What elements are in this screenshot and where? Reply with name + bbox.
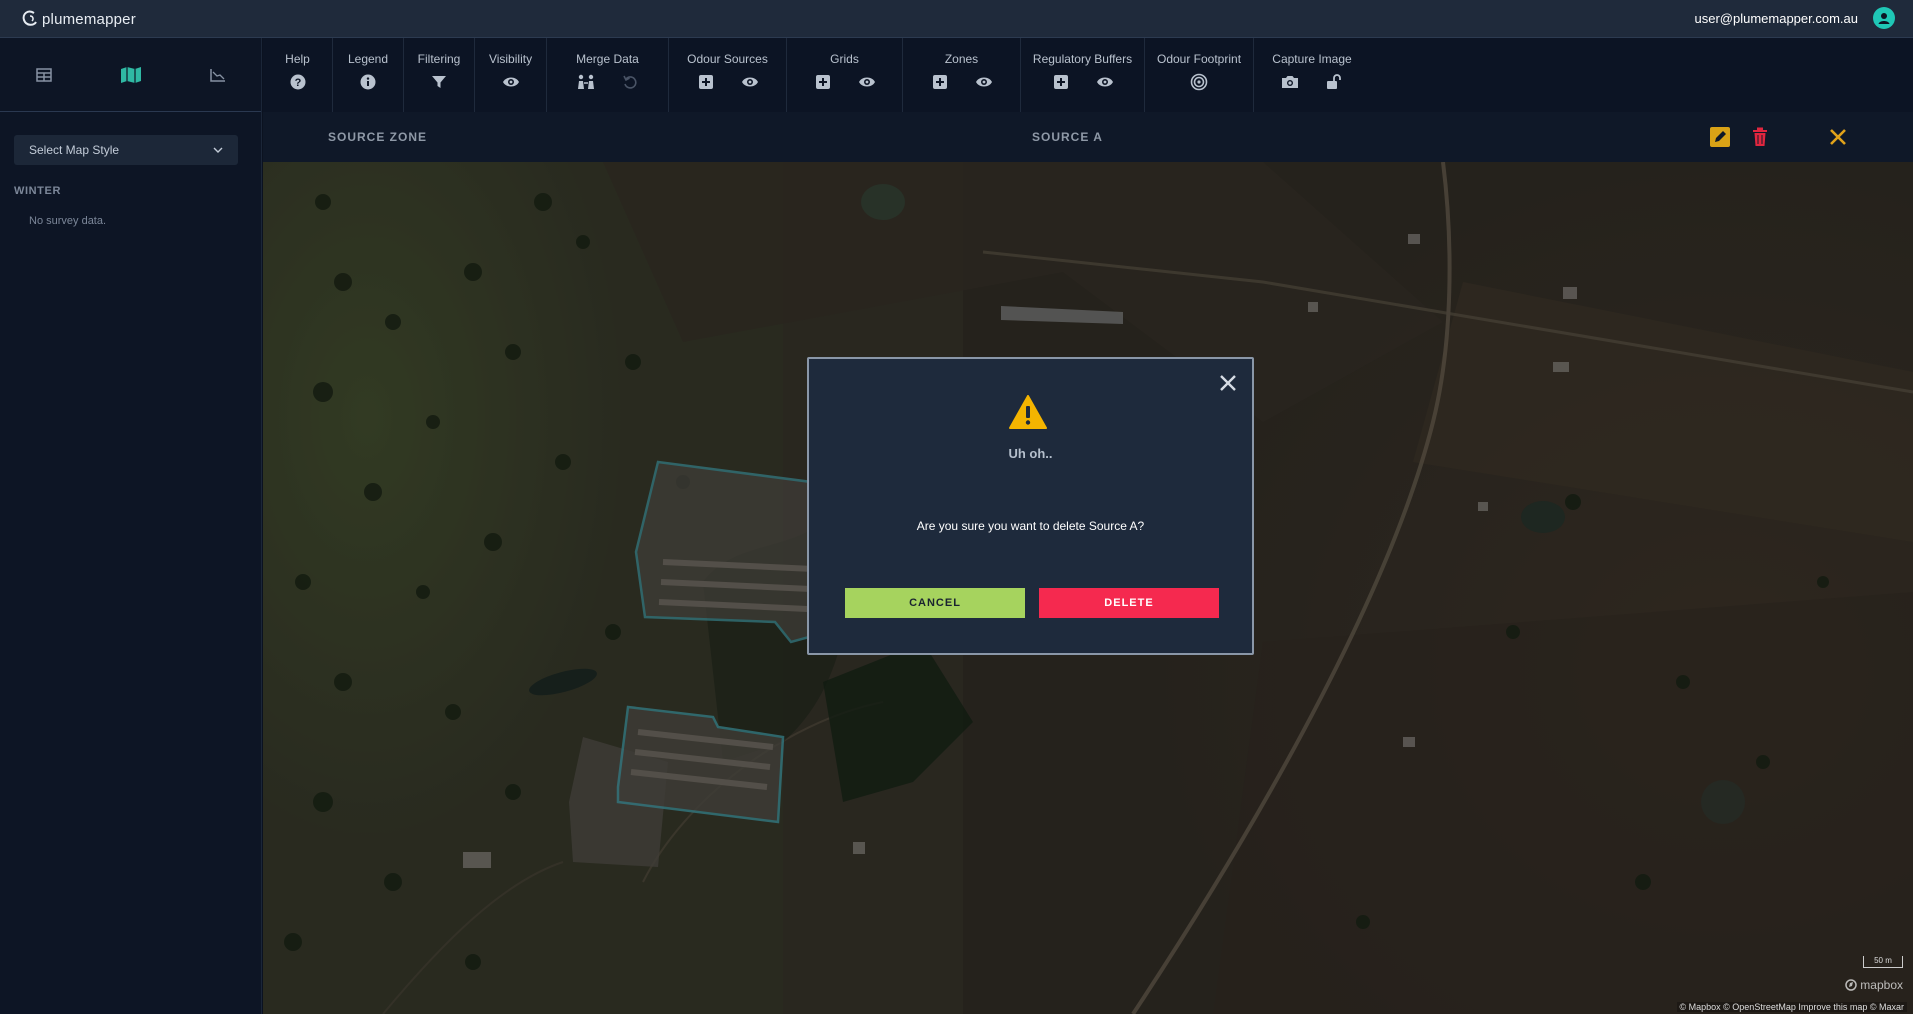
dialog-title: Uh oh.. <box>1008 446 1053 461</box>
toolbar-zones: Zones <box>903 38 1021 112</box>
plume-logo-icon <box>22 10 37 26</box>
delete-confirm-dialog: Uh oh.. Are you sure you want to delete … <box>807 357 1254 655</box>
cancel-button[interactable]: CANCEL <box>845 588 1025 618</box>
map-style-label: Select Map Style <box>29 143 120 157</box>
target-icon[interactable] <box>1189 72 1209 92</box>
add-grid-icon[interactable] <box>813 72 833 92</box>
mapbox-icon <box>1845 979 1858 991</box>
unlock-icon[interactable] <box>1324 72 1344 92</box>
info-icon[interactable] <box>358 72 378 92</box>
toolbar-help: Help ? <box>263 38 333 112</box>
camera-icon[interactable] <box>1280 72 1300 92</box>
toolbar-odour-footprint: Odour Footprint <box>1145 38 1254 112</box>
toolbar-label: Filtering <box>417 52 461 66</box>
edit-icon[interactable] <box>1709 126 1731 148</box>
eye-icon[interactable] <box>1095 72 1115 92</box>
add-zone-icon[interactable] <box>930 72 950 92</box>
eye-icon[interactable] <box>974 72 994 92</box>
toolbar-label: Odour Sources <box>687 52 768 66</box>
merge-people-icon[interactable] <box>576 72 596 92</box>
chart-icon <box>209 68 225 82</box>
eye-icon[interactable] <box>740 72 760 92</box>
toolbar-capture-image: Capture Image <box>1254 38 1370 112</box>
toolbar-merge-data: Merge Data <box>547 38 669 112</box>
toolbar-label: Help <box>285 52 310 66</box>
toolbar-odour-sources: Odour Sources <box>669 38 787 112</box>
trash-icon[interactable] <box>1749 126 1771 148</box>
help-icon[interactable]: ? <box>288 72 308 92</box>
filter-icon[interactable] <box>429 72 449 92</box>
toolbar: Help ? Legend Filtering Visibility Merge… <box>263 38 1913 112</box>
toolbar-filtering: Filtering <box>404 38 475 112</box>
logo-text: plumemapper <box>42 10 136 28</box>
toolbar-label: Visibility <box>488 52 533 66</box>
eye-icon[interactable] <box>501 72 521 92</box>
toolbar-label: Capture Image <box>1272 52 1352 66</box>
app-logo[interactable]: plumemapper <box>20 7 136 31</box>
eye-icon[interactable] <box>857 72 877 92</box>
undo-icon[interactable] <box>620 72 640 92</box>
add-buffer-icon[interactable] <box>1051 72 1071 92</box>
view-tabs <box>0 38 261 112</box>
source-name-label: SOURCE A <box>1032 130 1103 144</box>
dialog-message: Are you sure you want to delete Source A… <box>916 519 1145 533</box>
map-attribution[interactable]: © Mapbox © OpenStreetMap Improve this ma… <box>1676 1002 1907 1012</box>
table-icon <box>35 67 52 82</box>
svg-text:?: ? <box>294 77 301 89</box>
toolbar-regulatory-buffers: Regulatory Buffers <box>1021 38 1145 112</box>
source-zone-label: SOURCE ZONE <box>328 130 428 144</box>
empty-state-text: No survey data. <box>29 215 107 227</box>
delete-button[interactable]: DELETE <box>1039 588 1219 618</box>
chevron-down-icon <box>213 147 223 153</box>
sidebar: Select Map Style WINTER No survey data. <box>0 38 262 1014</box>
toolbar-label: Grids <box>830 52 859 66</box>
toolbar-label: Merge Data <box>576 52 639 66</box>
toolbar-legend: Legend <box>333 38 404 112</box>
source-subheader: SOURCE ZONE SOURCE A <box>263 112 1913 162</box>
toolbar-label: Regulatory Buffers <box>1032 52 1133 66</box>
user-avatar-icon[interactable] <box>1873 7 1895 29</box>
top-bar: plumemapper user@plumemapper.com.au <box>0 0 1913 38</box>
mapbox-logo[interactable]: mapbox <box>1845 978 1903 992</box>
map-style-select[interactable]: Select Map Style <box>14 135 238 165</box>
map-icon <box>120 66 141 83</box>
season-heading: WINTER <box>14 185 61 197</box>
close-icon[interactable] <box>1218 373 1238 393</box>
toolbar-label: Zones <box>944 52 979 66</box>
close-icon[interactable] <box>1827 126 1849 148</box>
add-source-icon[interactable] <box>696 72 716 92</box>
toolbar-visibility: Visibility <box>475 38 547 112</box>
tab-chart[interactable] <box>174 38 261 111</box>
map-scale: 50 m <box>1863 956 1903 968</box>
mapbox-logo-text: mapbox <box>1860 978 1903 992</box>
tab-map[interactable] <box>87 38 174 111</box>
toolbar-label: Odour Footprint <box>1156 52 1242 66</box>
toolbar-grids: Grids <box>787 38 903 112</box>
user-email[interactable]: user@plumemapper.com.au <box>1695 11 1859 26</box>
tab-table[interactable] <box>0 38 87 111</box>
warning-icon <box>1009 395 1047 434</box>
toolbar-label: Legend <box>347 52 389 66</box>
